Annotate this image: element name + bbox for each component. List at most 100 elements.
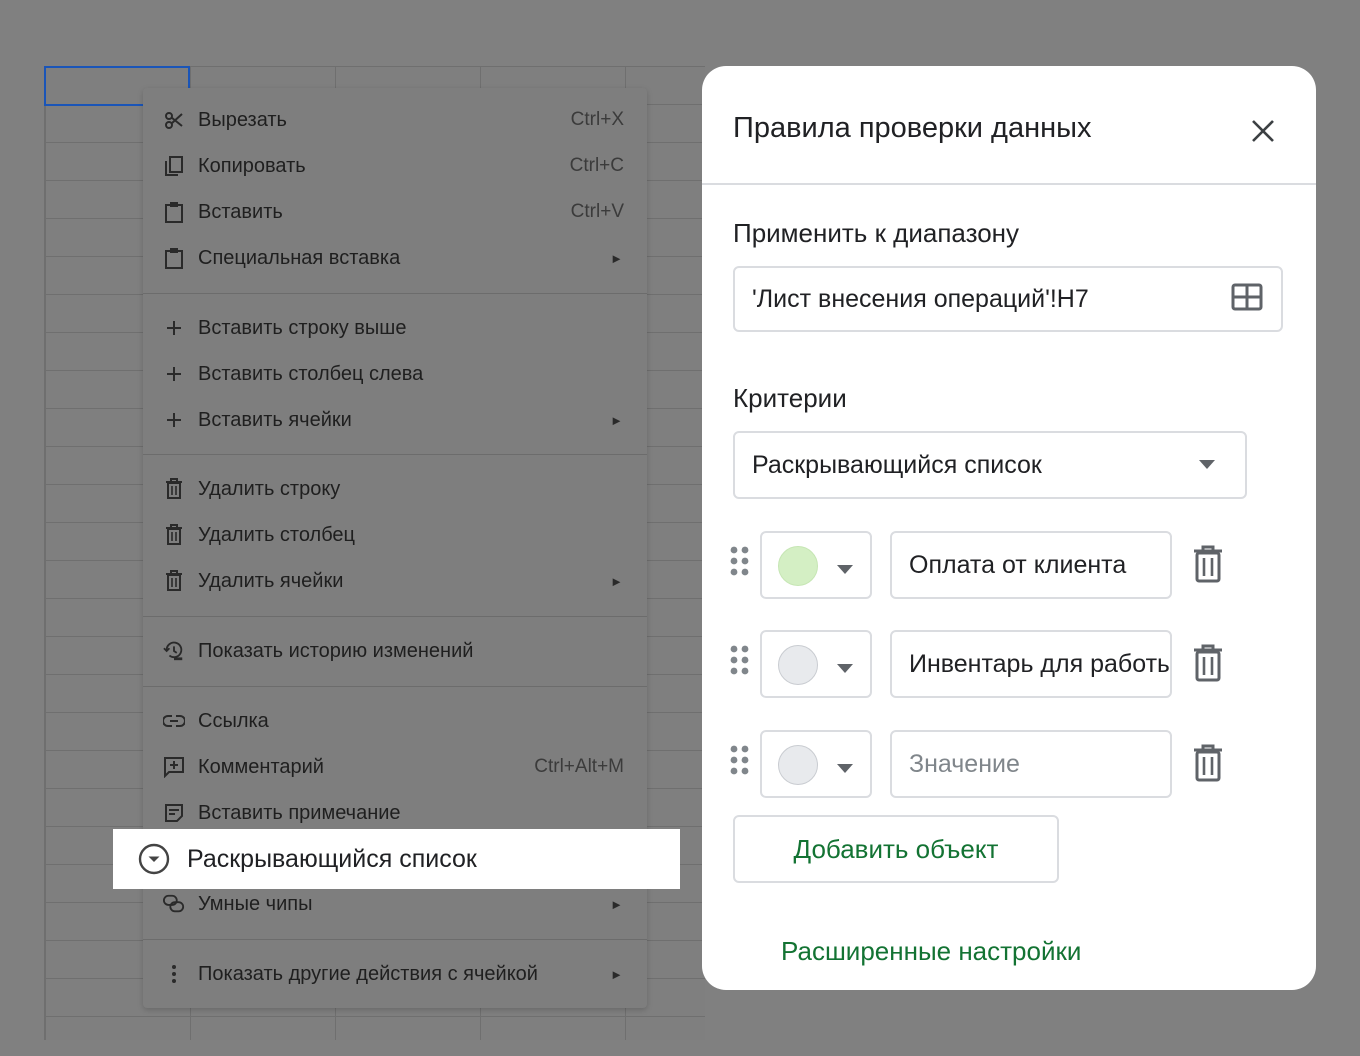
dropdown-circle-icon: [137, 842, 171, 876]
dropdown-option-row: Значение: [702, 730, 1316, 800]
menu-divider: [143, 293, 647, 294]
menu-item-cut[interactable]: Вырезать Ctrl+X: [143, 100, 647, 140]
menu-item-smart-chips[interactable]: Умные чипы ►: [143, 884, 647, 924]
panel-title: Правила проверки данных: [733, 112, 1092, 144]
menu-item-insert-column[interactable]: Вставить столбец слева: [143, 354, 647, 394]
menu-divider: [143, 939, 647, 940]
submenu-arrow-icon: ►: [610, 250, 623, 266]
trash-icon[interactable]: [1192, 545, 1224, 588]
menu-item-shortcut: Ctrl+V: [570, 201, 624, 222]
chevron-down-icon: [837, 660, 853, 678]
menu-item-paste[interactable]: Вставить Ctrl+V: [143, 192, 647, 232]
trash-icon: [163, 478, 185, 500]
history-icon: [163, 640, 185, 662]
data-validation-panel: Правила проверки данных Применить к диап…: [702, 66, 1316, 990]
menu-item-delete-column[interactable]: Удалить столбец: [143, 515, 647, 555]
option-color-picker[interactable]: [760, 630, 872, 698]
option-value-input[interactable]: Значение: [890, 730, 1172, 798]
range-input[interactable]: 'Лист внесения операций'!H7: [733, 266, 1283, 332]
menu-item-label: Вставить примечание: [198, 801, 401, 824]
menu-item-delete-row[interactable]: Удалить строку: [143, 469, 647, 509]
range-label: Применить к диапазону: [733, 218, 1020, 248]
menu-item-label: Вырезать: [198, 108, 287, 131]
menu-item-label: Специальная вставка: [198, 246, 401, 269]
menu-item-paste-special[interactable]: Специальная вставка ►: [143, 238, 647, 278]
menu-item-edit-history[interactable]: Показать историю изменений: [143, 631, 647, 671]
clipboard-icon: [163, 201, 185, 223]
criteria-label: Критерии: [733, 383, 847, 413]
color-swatch: [778, 546, 818, 586]
close-button[interactable]: [1248, 116, 1278, 146]
menu-item-more-actions[interactable]: Показать другие действия с ячейкой ►: [143, 954, 647, 994]
menu-item-label: Удалить строку: [198, 477, 341, 500]
menu-item-insert-cells[interactable]: Вставить ячейки ►: [143, 400, 647, 440]
drag-handle-icon[interactable]: [730, 645, 750, 684]
scissors-icon: [163, 109, 185, 131]
menu-item-label: Раскрывающийся список: [187, 844, 477, 873]
select-range-icon[interactable]: [1231, 283, 1263, 316]
menu-item-label: Вставить строку выше: [198, 316, 407, 339]
link-icon: [163, 710, 185, 732]
option-value-input[interactable]: Оплата от клиента: [890, 531, 1172, 599]
comment-add-icon: [163, 756, 185, 778]
menu-item-label: Комментарий: [198, 755, 324, 778]
trash-icon: [163, 524, 185, 546]
chevron-down-icon: [837, 561, 853, 579]
menu-divider: [143, 616, 647, 617]
option-color-picker[interactable]: [760, 730, 872, 798]
drag-handle-icon[interactable]: [730, 546, 750, 585]
option-color-picker[interactable]: [760, 531, 872, 599]
close-icon: [1252, 120, 1274, 142]
chevron-down-icon: [1199, 456, 1215, 474]
menu-item-label: Ссылка: [198, 709, 269, 732]
menu-item-label: Вставить: [198, 200, 283, 223]
menu-item-comment[interactable]: Комментарий Ctrl+Alt+M: [143, 747, 647, 787]
plus-icon: [163, 363, 185, 385]
note-icon: [163, 802, 185, 824]
panel-divider: [702, 183, 1316, 185]
option-value-input[interactable]: Инвентарь для работы: [890, 630, 1172, 698]
clipboard-icon: [163, 247, 185, 269]
menu-item-label: Вставить ячейки: [198, 408, 352, 431]
trash-icon: [163, 570, 185, 592]
add-item-button[interactable]: Добавить объект: [733, 815, 1059, 883]
advanced-settings-link[interactable]: Расширенные настройки: [781, 936, 1081, 967]
trash-icon[interactable]: [1192, 644, 1224, 687]
submenu-arrow-icon: ►: [610, 573, 623, 589]
smart-chip-icon: [163, 893, 185, 915]
menu-item-insert-note[interactable]: Вставить примечание: [143, 793, 647, 833]
option-placeholder: Значение: [909, 749, 1020, 778]
menu-divider: [143, 454, 647, 455]
menu-item-copy[interactable]: Копировать Ctrl+C: [143, 146, 647, 186]
color-swatch: [778, 645, 818, 685]
menu-item-label: Показать историю изменений: [198, 639, 474, 662]
option-value: Оплата от клиента: [909, 550, 1127, 579]
submenu-arrow-icon: ►: [610, 412, 623, 428]
menu-divider: [143, 686, 647, 687]
chevron-down-icon: [837, 760, 853, 778]
criteria-value: Раскрывающийся список: [752, 450, 1042, 479]
menu-item-shortcut: Ctrl+X: [570, 109, 624, 130]
copy-icon: [163, 155, 185, 177]
menu-item-delete-cells[interactable]: Удалить ячейки ►: [143, 561, 647, 601]
dropdown-option-row: Оплата от клиента: [702, 531, 1316, 601]
color-swatch: [778, 745, 818, 785]
submenu-arrow-icon: ►: [610, 966, 623, 982]
trash-icon[interactable]: [1192, 744, 1224, 787]
option-value: Инвентарь для работы: [909, 649, 1172, 678]
dropdown-option-row: Инвентарь для работы: [702, 630, 1316, 700]
criteria-select[interactable]: Раскрывающийся список: [733, 431, 1247, 499]
drag-handle-icon[interactable]: [730, 745, 750, 784]
more-vert-icon: [163, 963, 185, 985]
menu-item-insert-row[interactable]: Вставить строку выше: [143, 308, 647, 348]
menu-item-link[interactable]: Ссылка: [143, 701, 647, 741]
menu-item-label: Вставить столбец слева: [198, 362, 424, 385]
menu-item-label: Копировать: [198, 154, 306, 177]
menu-item-label: Умные чипы: [198, 892, 313, 915]
menu-item-label: Показать другие действия с ячейкой: [198, 962, 538, 985]
menu-item-dropdown[interactable]: Раскрывающийся список: [113, 829, 680, 889]
range-value: 'Лист внесения операций'!H7: [752, 284, 1089, 313]
menu-item-label: Удалить ячейки: [198, 569, 344, 592]
submenu-arrow-icon: ►: [610, 896, 623, 912]
plus-icon: [163, 409, 185, 431]
